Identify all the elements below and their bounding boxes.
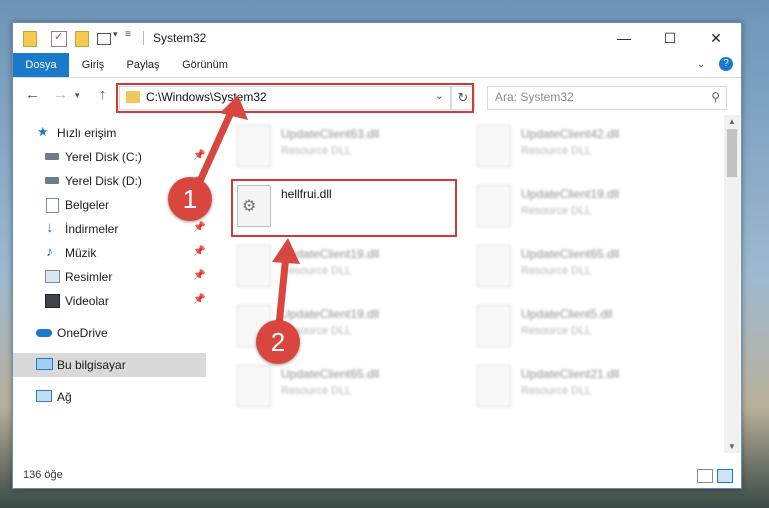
step-badge-2: 2 — [256, 320, 300, 364]
step-badge-1: 1 — [168, 177, 212, 221]
annotation-arrows — [192, 95, 300, 339]
arrow-1 — [192, 95, 248, 194]
